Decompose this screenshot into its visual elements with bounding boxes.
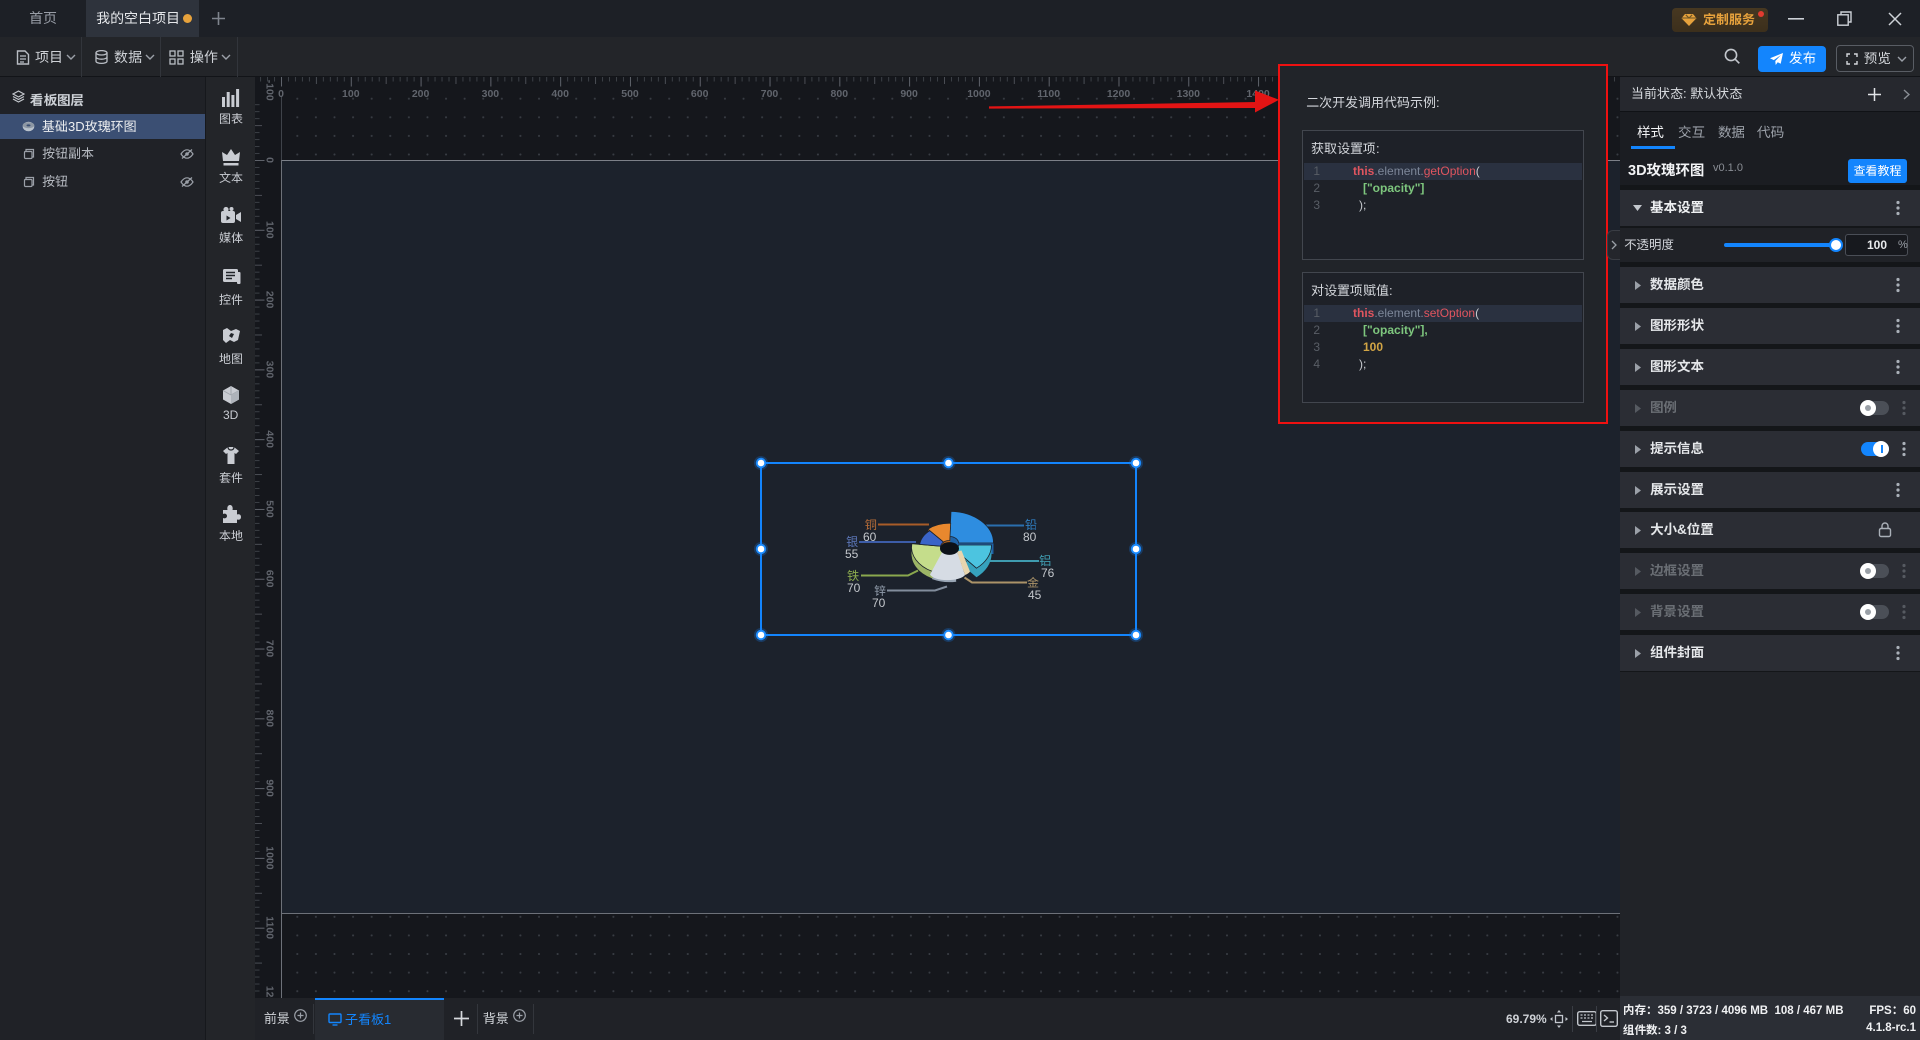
svg-text:0: 0 [264, 157, 276, 163]
svg-text:500: 500 [264, 500, 276, 518]
svg-text:0: 0 [278, 88, 284, 100]
svg-text:1200: 1200 [264, 986, 276, 998]
svg-text:700: 700 [264, 640, 276, 658]
svg-text:300: 300 [482, 88, 500, 100]
svg-text:600: 600 [691, 88, 709, 100]
svg-text:200: 200 [264, 291, 276, 309]
svg-text:900: 900 [900, 88, 918, 100]
svg-text:300: 300 [264, 361, 276, 379]
svg-text:100: 100 [342, 88, 360, 100]
svg-text:1000: 1000 [264, 846, 276, 870]
svg-text:200: 200 [412, 88, 430, 100]
svg-text:600: 600 [264, 570, 276, 588]
svg-text:700: 700 [761, 88, 779, 100]
svg-text:800: 800 [831, 88, 849, 100]
svg-text:-100: -100 [264, 80, 276, 101]
svg-text:400: 400 [264, 430, 276, 448]
svg-text:800: 800 [264, 710, 276, 728]
svg-text:400: 400 [551, 88, 569, 100]
svg-text:100: 100 [264, 221, 276, 239]
svg-text:1100: 1100 [264, 916, 276, 939]
svg-text:900: 900 [264, 779, 276, 797]
svg-text:500: 500 [621, 88, 639, 100]
